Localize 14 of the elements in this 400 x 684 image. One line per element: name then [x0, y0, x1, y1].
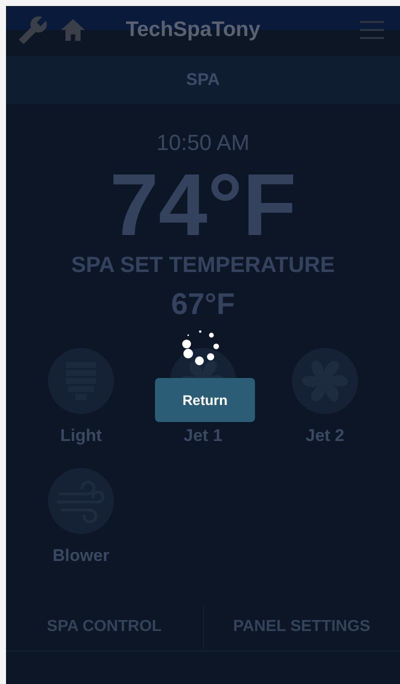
light-icon[interactable] [48, 348, 114, 414]
clock-time: 10:50 AM [156, 130, 250, 156]
app-title: TechSpaTony [124, 18, 262, 42]
control-label: Jet 1 [184, 426, 222, 446]
control-label: Jet 2 [306, 426, 344, 446]
loading-spinner-icon [181, 328, 221, 368]
fan-icon[interactable] [292, 348, 358, 414]
return-dialog[interactable]: Return [155, 378, 255, 422]
control-label: Blower [52, 546, 110, 566]
menu-icon[interactable] [360, 20, 384, 40]
control-label: Light [60, 426, 102, 446]
wind-icon[interactable] [48, 468, 114, 534]
home-icon[interactable] [60, 17, 86, 43]
wrench-icon[interactable] [18, 15, 48, 45]
